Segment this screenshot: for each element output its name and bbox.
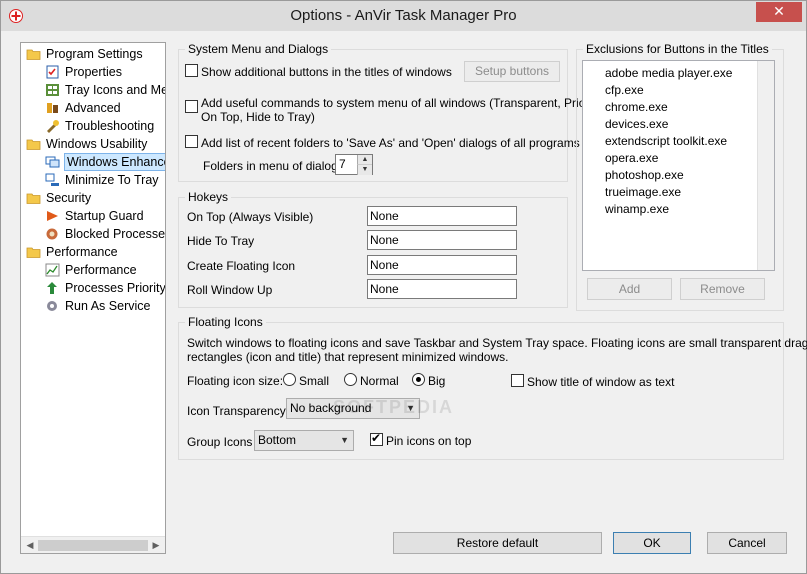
folder-icon (26, 191, 41, 205)
ok-button[interactable]: OK (613, 532, 691, 554)
folder-icon (26, 245, 41, 259)
processes-priority-icon (45, 281, 60, 295)
tree-item-label: Troubleshooting (65, 119, 155, 133)
useful-commands-label-line2: On Top, Hide to Tray) (201, 110, 315, 124)
setup-buttons-button[interactable]: Setup buttons (464, 61, 560, 82)
advanced-icon (45, 101, 60, 115)
transparency-label: Icon Transparency (187, 404, 286, 418)
list-item[interactable]: opera.exe (605, 151, 658, 165)
exclusions-vertical-scrollbar[interactable] (757, 61, 774, 270)
list-item[interactable]: cfp.exe (605, 83, 644, 97)
watermark: SOFTPEDIA (333, 397, 455, 417)
hotkeys-group-title: Hokeys (185, 190, 232, 204)
group-icons-select[interactable]: Bottom ▼ (254, 430, 354, 451)
folders-in-menu-stepper[interactable]: 7 ▲ ▼ (335, 154, 373, 175)
troubleshooting-icon (45, 119, 60, 133)
remove-exclusion-button[interactable]: Remove (680, 278, 765, 300)
group-icons-label: Group Icons (187, 435, 253, 449)
floating-size-label: Floating icon size: (187, 374, 284, 388)
title-bar[interactable]: Options - AnVir Task Manager Pro ✕ (1, 1, 806, 31)
tree-item-label: Performance (65, 263, 137, 277)
blocked-processes-icon (45, 227, 60, 241)
options-window: Options - AnVir Task Manager Pro ✕ Progr… (0, 0, 807, 574)
size-normal-label: Normal (360, 374, 399, 388)
group-icons-value: Bottom (258, 433, 297, 447)
system-menu-group-title: System Menu and Dialogs (185, 42, 332, 56)
size-big-label: Big (428, 374, 446, 388)
window-title: Options - AnVir Task Manager Pro (290, 7, 517, 24)
hotkey-input[interactable]: None (367, 206, 517, 226)
cancel-button[interactable]: Cancel (707, 532, 787, 554)
tree-item-label: Windows Usability (46, 137, 148, 151)
floating-desc-line1: Switch windows to floating icons and sav… (187, 336, 807, 350)
recent-folders-label: Add list of recent folders to 'Save As' … (201, 136, 580, 150)
exclusions-list[interactable]: adobe media player.exe cfp.exe chrome.exe d… (582, 60, 775, 271)
scroll-right-arrow-icon[interactable]: ▶ (149, 539, 163, 552)
properties-icon (45, 65, 60, 79)
service-gear-icon (45, 299, 60, 313)
performance-icon (45, 263, 60, 277)
tree-item-label: Program Settings (46, 47, 143, 61)
folders-in-menu-label: Folders in menu of dialogs: (203, 159, 348, 173)
size-normal-radio[interactable] (344, 373, 357, 386)
hotkey-label: Create Floating Icon (187, 259, 296, 273)
tree-item-label: Properties (65, 65, 122, 79)
pin-icons-label: Pin icons on top (386, 434, 472, 448)
hotkey-input[interactable]: None (367, 255, 517, 275)
tree-item-label: Tray Icons and Menu (65, 83, 165, 97)
tree-item-label: Blocked Processes (65, 227, 166, 241)
list-item[interactable]: extendscript toolkit.exe (605, 134, 727, 148)
tree-item-label: Startup Guard (65, 209, 144, 223)
list-item[interactable]: winamp.exe (605, 202, 669, 216)
list-item[interactable]: trueimage.exe (605, 185, 681, 199)
show-title-checkbox[interactable] (511, 374, 524, 387)
stepper-down-icon[interactable]: ▼ (357, 165, 372, 175)
chevron-down-icon: ▼ (340, 435, 349, 445)
hotkey-label: Hide To Tray (187, 234, 255, 248)
tree-item-label: Run As Service (65, 299, 151, 313)
tray-icons-icon (45, 83, 60, 97)
tree-item-label: Processes Priority (65, 281, 166, 295)
tree-item-label: Performance (46, 245, 118, 259)
list-item[interactable]: photoshop.exe (605, 168, 684, 182)
hotkey-input[interactable]: None (367, 279, 517, 299)
size-small-radio[interactable] (283, 373, 296, 386)
windows-enhancements-icon (45, 155, 60, 169)
close-button[interactable]: ✕ (756, 2, 802, 22)
size-big-radio[interactable] (412, 373, 425, 386)
show-title-label: Show title of window as text (527, 375, 675, 389)
show-buttons-checkbox[interactable] (185, 64, 198, 77)
list-item[interactable]: adobe media player.exe (605, 66, 732, 80)
useful-commands-label-line1: Add useful commands to system menu of al… (201, 96, 604, 110)
floating-icons-group-title: Floating Icons (185, 315, 266, 329)
list-item[interactable]: chrome.exe (605, 100, 668, 114)
size-small-label: Small (299, 374, 330, 388)
tree-item-label: Security (46, 191, 92, 205)
folders-in-menu-value: 7 (339, 157, 346, 171)
hotkey-label: On Top (Always Visible) (187, 210, 314, 224)
hotkey-input[interactable]: None (367, 230, 517, 250)
add-exclusion-button[interactable]: Add (587, 278, 672, 300)
tree-item-label: Minimize To Tray (65, 173, 159, 187)
floating-desc-line2: rectangles (icon and title) that represe… (187, 350, 509, 364)
restore-default-button[interactable]: Restore default (393, 532, 602, 554)
tree-item-label: Windows Enhancements (64, 153, 165, 171)
minimize-tray-icon (45, 173, 60, 187)
folder-icon (26, 137, 41, 151)
useful-commands-checkbox[interactable] (185, 100, 198, 113)
show-buttons-label: Show additional buttons in the titles of… (201, 65, 452, 79)
settings-tree[interactable]: Program Settings Properties Tray Icons and… (20, 42, 166, 554)
folder-icon (26, 47, 41, 61)
list-item[interactable]: devices.exe (605, 117, 668, 131)
stepper-up-icon[interactable]: ▲ (357, 155, 372, 165)
startup-guard-icon (45, 209, 60, 223)
hotkey-label: Roll Window Up (187, 283, 273, 297)
exclusions-group-title: Exclusions for Buttons in the Titles (583, 42, 772, 56)
tree-item-label: Advanced (65, 101, 121, 115)
scroll-left-arrow-icon[interactable]: ◀ (23, 539, 37, 552)
recent-folders-checkbox[interactable] (185, 135, 198, 148)
pin-icons-checkbox[interactable] (370, 431, 383, 446)
tree-horizontal-scrollbar[interactable]: ◀ ▶ (21, 536, 165, 553)
scrollbar-thumb[interactable] (38, 540, 148, 551)
